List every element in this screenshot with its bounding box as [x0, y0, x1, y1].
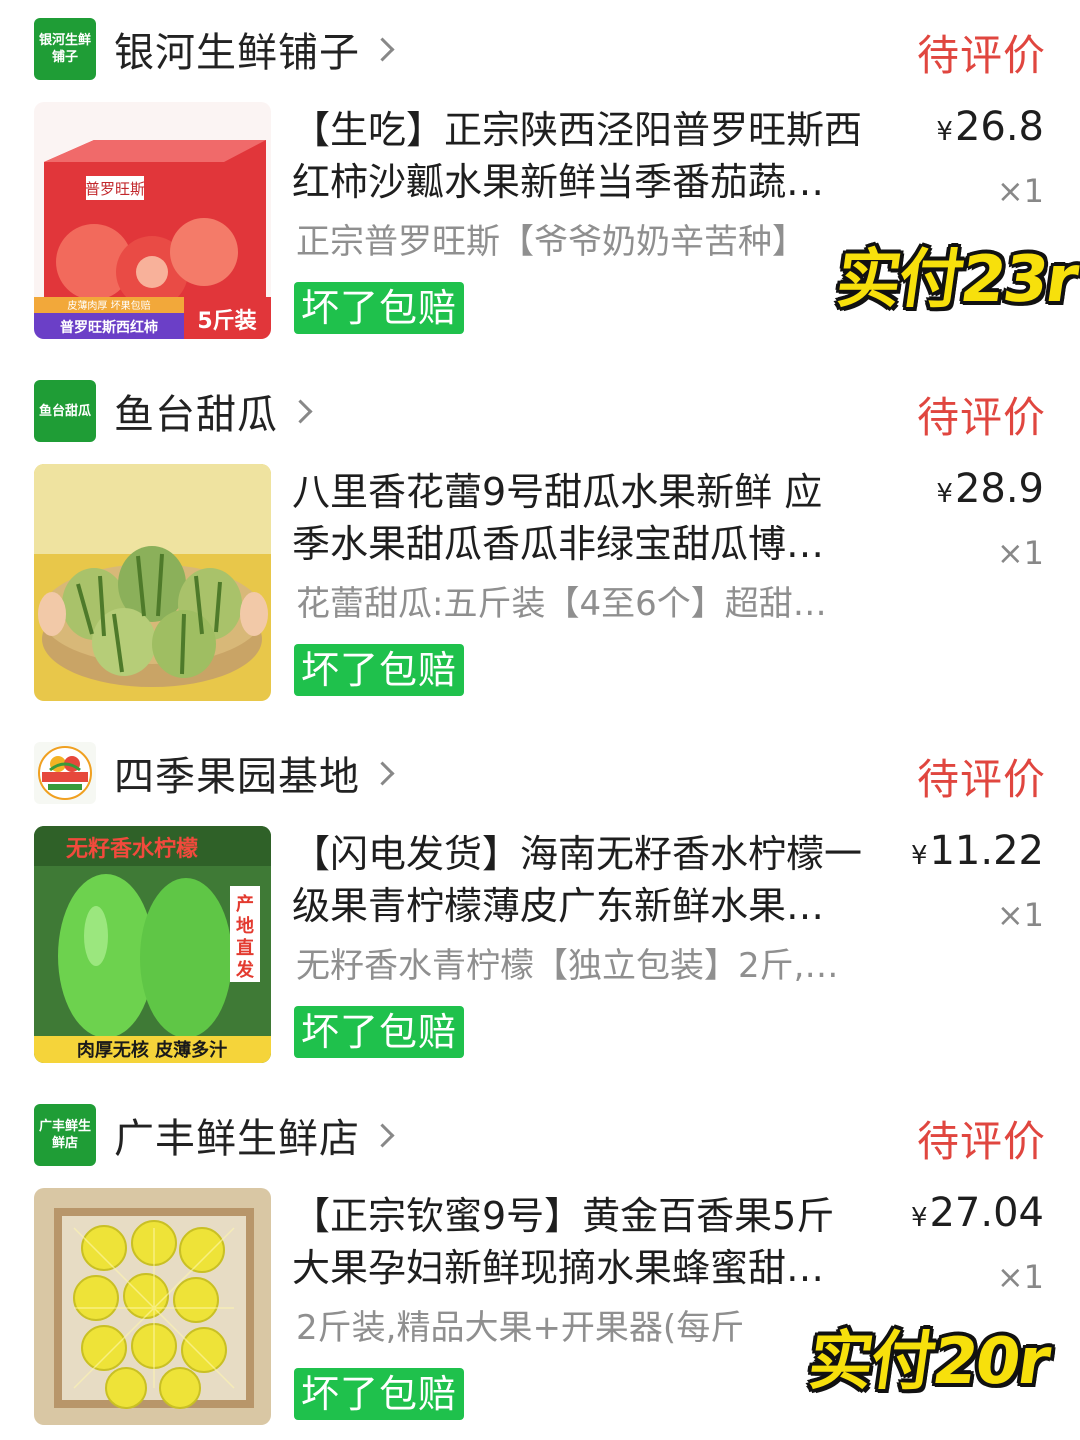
- product-spec: 正宗普罗旺斯【爷爷奶奶辛苦种】: [296, 222, 806, 262]
- product-quantity: ×1: [996, 896, 1044, 934]
- product-price: ¥26.8: [936, 104, 1044, 150]
- product-title-line-2[interactable]: 大果孕妇新鲜现摘水果蜂蜜甜…: [292, 1242, 882, 1294]
- shop-name[interactable]: 银河生鲜铺子: [114, 20, 360, 78]
- tomato-box-image: 普罗旺斯 皮薄肉厚 坏果包赔 普罗旺斯西红柿 5斤装: [34, 102, 271, 339]
- product-quantity: ×1: [996, 534, 1044, 572]
- order-status: 待评价: [916, 755, 1046, 804]
- chevron-right-icon: [370, 1122, 395, 1148]
- orchard-logo-icon: [38, 746, 92, 800]
- product-spec: 花蕾甜瓜:五斤装【4至6个】超甜…: [296, 584, 827, 624]
- shop-logo: 银河生鲜铺子: [34, 18, 96, 80]
- shop-logo: [34, 742, 96, 804]
- shop-name[interactable]: 四季果园基地: [114, 744, 360, 802]
- chevron-right-icon: [370, 36, 395, 62]
- product-quantity: ×1: [996, 172, 1044, 210]
- paid-amount-overlay-2: 实付20r: [803, 1325, 1053, 1399]
- price-value: 28.9: [954, 466, 1044, 512]
- currency-symbol: ¥: [910, 1203, 928, 1233]
- guarantee-badge: 坏了包赔: [294, 644, 465, 696]
- lemon-image: 无籽香水柠檬 产 地 直 发 肉厚无核 皮薄多汁: [34, 826, 271, 1063]
- box-variety-text: 普罗旺斯西红柿: [60, 319, 158, 336]
- shop-name[interactable]: 鱼台甜瓜: [114, 382, 278, 440]
- guarantee-badge: 坏了包赔: [294, 282, 465, 334]
- product-title-line-1[interactable]: 【正宗钦蜜9号】黄金百香果5斤: [292, 1190, 882, 1242]
- price-value: 27.04: [929, 1190, 1044, 1236]
- product-title-line-1[interactable]: 【闪电发货】海南无籽香水柠檬一: [292, 828, 882, 880]
- order-status: 待评价: [916, 1117, 1046, 1166]
- shop-name[interactable]: 广丰鲜生鲜店: [114, 1106, 360, 1164]
- currency-symbol: ¥: [936, 117, 953, 147]
- currency-symbol: ¥: [936, 479, 953, 509]
- order-list: 银河生鲜铺子 银河生鲜铺子 待评价 普罗旺斯 皮薄肉厚 坏果包赔 普罗旺斯西红柿: [0, 0, 1080, 1440]
- price-value: 26.8: [954, 104, 1044, 150]
- origin-text-1: 产: [236, 893, 254, 915]
- origin-text-4: 发: [235, 959, 255, 981]
- product-spec: 2斤装,精品大果+开果器(每斤: [296, 1308, 745, 1348]
- shop-header[interactable]: 鱼台甜瓜 鱼台甜瓜: [34, 380, 313, 442]
- box-sub-text: 皮薄肉厚 坏果包赔: [67, 299, 150, 312]
- product-image[interactable]: 普罗旺斯 皮薄肉厚 坏果包赔 普罗旺斯西红柿 5斤装: [34, 102, 271, 339]
- order-card[interactable]: 鱼台甜瓜 鱼台甜瓜 待评价 八里香花蕾9号甜瓜水果新鲜 应 季水果甜瓜香瓜非绿宝…: [0, 362, 1080, 724]
- shop-logo: 鱼台甜瓜: [34, 380, 96, 442]
- product-price: ¥27.04: [911, 1190, 1044, 1236]
- price-value: 11.22: [929, 828, 1044, 874]
- product-image[interactable]: 无籽香水柠檬 产 地 直 发 肉厚无核 皮薄多汁: [34, 826, 271, 1063]
- order-status: 待评价: [916, 393, 1046, 442]
- product-title-line-1[interactable]: 【生吃】正宗陕西泾阳普罗旺斯西: [292, 104, 882, 156]
- shop-header[interactable]: 广丰鲜生鲜店 广丰鲜生鲜店: [34, 1104, 395, 1166]
- product-title-line-2[interactable]: 级果青柠檬薄皮广东新鲜水果…: [292, 880, 882, 932]
- product-image[interactable]: [34, 464, 271, 701]
- product-quantity: ×1: [996, 1258, 1044, 1296]
- product-title-line-1[interactable]: 八里香花蕾9号甜瓜水果新鲜 应: [292, 466, 882, 518]
- melon-image: [34, 464, 271, 701]
- chevron-right-icon: [370, 760, 395, 786]
- currency-symbol: ¥: [910, 841, 928, 871]
- product-spec: 无籽香水青柠檬【独立包装】2斤,…: [296, 946, 839, 986]
- box-weight-text: 5斤装: [197, 309, 256, 334]
- passion-fruit-image: [34, 1188, 271, 1425]
- shop-header[interactable]: 银河生鲜铺子 银河生鲜铺子: [34, 18, 395, 80]
- shop-header[interactable]: 四季果园基地: [34, 742, 395, 804]
- product-title-line-2[interactable]: 季水果甜瓜香瓜非绿宝甜瓜博…: [292, 518, 882, 570]
- shop-logo: 广丰鲜生鲜店: [34, 1104, 96, 1166]
- product-title-line-2[interactable]: 红柿沙瓤水果新鲜当季番茄蔬…: [292, 156, 882, 208]
- product-price: ¥28.9: [936, 466, 1044, 512]
- guarantee-badge: 坏了包赔: [294, 1368, 465, 1420]
- lemon-feature-text: 肉厚无核 皮薄多汁: [77, 1039, 227, 1061]
- box-brand-text: 普罗旺斯: [85, 180, 145, 198]
- origin-text-3: 直: [236, 937, 254, 959]
- guarantee-badge: 坏了包赔: [294, 1006, 465, 1058]
- order-status: 待评价: [916, 31, 1046, 80]
- paid-amount-overlay-1: 实付23r: [831, 243, 1080, 317]
- chevron-right-icon: [288, 398, 313, 424]
- product-image[interactable]: [34, 1188, 271, 1425]
- lemon-title-text: 无籽香水柠檬: [66, 836, 198, 862]
- product-price: ¥11.22: [911, 828, 1044, 874]
- origin-text-2: 地: [236, 915, 254, 937]
- order-card[interactable]: 四季果园基地 待评价 无籽香水柠檬 产 地 直 发 肉厚无核 皮薄多汁 【闪电发…: [0, 724, 1080, 1086]
